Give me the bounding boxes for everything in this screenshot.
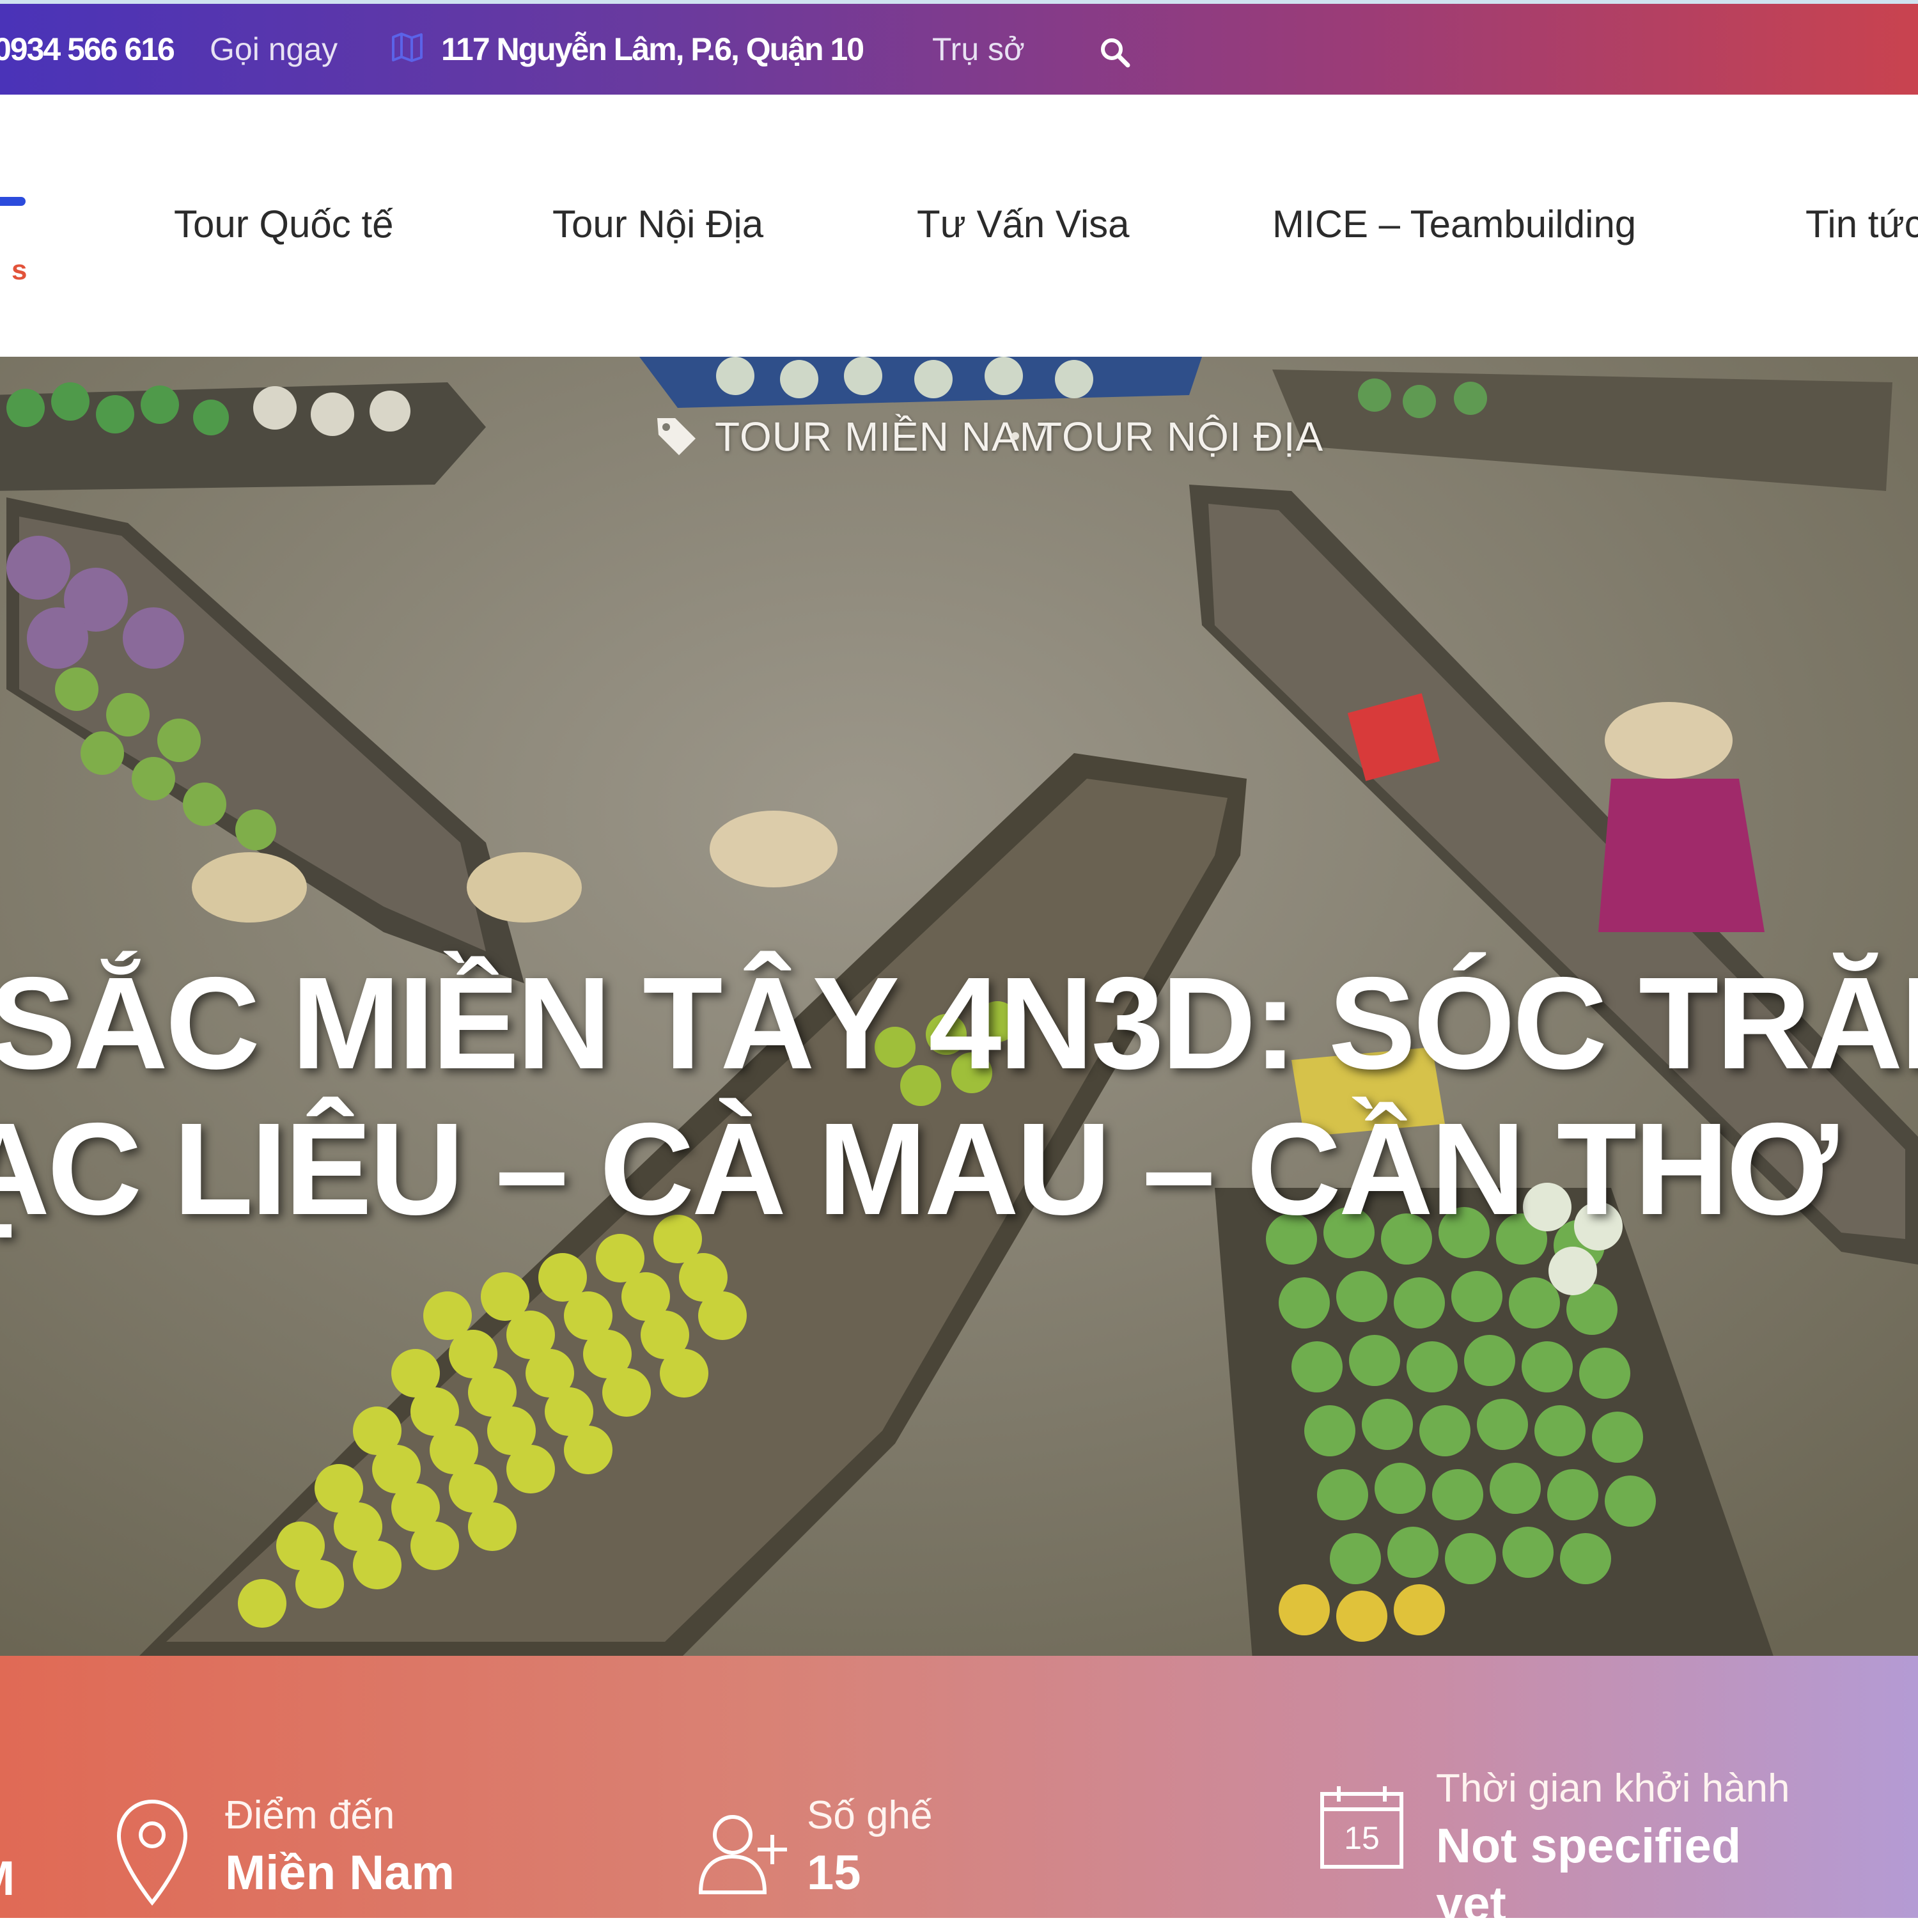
- map-icon: [392, 33, 423, 62]
- nav-item-tour-noi-dia[interactable]: Tour Nội Địa: [552, 202, 763, 246]
- destination-value: Miền Nam: [225, 1846, 455, 1900]
- seats-label: Số ghế: [807, 1793, 933, 1837]
- departure-value-continued: yet: [1436, 1877, 1506, 1931]
- calendar-icon: 15: [1318, 1784, 1405, 1871]
- office-address[interactable]: 117 Nguyễn Lâm, P.6, Quận 10: [441, 31, 864, 68]
- nav-item-mice-teambuilding[interactable]: MICE – Teambuilding: [1272, 202, 1636, 246]
- calendar-day: 15: [1344, 1820, 1380, 1856]
- seats-value: 15: [807, 1846, 861, 1900]
- phone-label[interactable]: Gọi ngay: [210, 31, 338, 68]
- top-contact-bar: 0934 566 616 Gọi ngay 117 Nguyễn Lâm, P.…: [0, 0, 1918, 95]
- departure-value: Not specified: [1436, 1819, 1742, 1873]
- search-icon[interactable]: [1098, 36, 1132, 69]
- nav-item-tu-van-visa[interactable]: Tư Vấn Visa: [917, 202, 1130, 246]
- tour-title-line-1: SẮC MIỀN TÂY 4N3D: SÓC TRĂNG: [0, 950, 1918, 1096]
- cropped-info-value: M: [0, 1851, 15, 1906]
- nav-item-tour-quoc-te[interactable]: Tour Quốc tế: [174, 202, 394, 246]
- departure-label: Thời gian khởi hành: [1436, 1766, 1790, 1811]
- office-label[interactable]: Trụ sở: [932, 31, 1025, 68]
- tour-info-bar: M Điểm đến Miền Nam Số ghế 15 15 Thời gi…: [0, 1656, 1918, 1931]
- tour-title-line-2: ẠC LIÊU – CÀ MAU – CẦN THƠ: [0, 1096, 1838, 1242]
- tag-tour-noi-dia[interactable]: TOUR NỘI ĐỊA: [1037, 413, 1323, 460]
- tag-icon: [657, 418, 696, 455]
- site-header: s Tour Quốc tế Tour Nội Địa Tư Vấn Visa …: [0, 95, 1918, 357]
- phone-number[interactable]: 0934 566 616: [0, 31, 175, 68]
- logo-text-fragment[interactable]: s: [12, 254, 27, 286]
- destination-label: Điểm đến: [225, 1793, 395, 1837]
- add-user-icon: [698, 1815, 787, 1894]
- nav-item-tin-tuc[interactable]: Tin tức: [1805, 202, 1918, 246]
- tag-separator: [1011, 432, 1019, 440]
- hero-banner: TOUR MIỀN NAM TOUR NỘI ĐỊA SẮC MIỀN TÂY …: [0, 357, 1918, 1656]
- location-pin-icon: [116, 1799, 188, 1906]
- logo[interactable]: [0, 197, 26, 206]
- tag-tour-mien-nam[interactable]: TOUR MIỀN NAM: [715, 413, 1054, 460]
